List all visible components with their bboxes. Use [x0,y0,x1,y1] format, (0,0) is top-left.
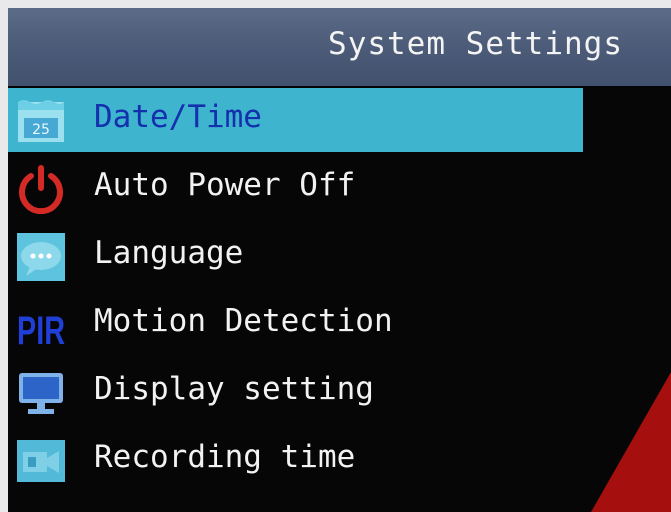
title-bar: System Settings [8,8,671,86]
red-watermark-shape [591,372,671,512]
calendar-icon-number: 25 [32,122,50,138]
pir-icon-text: PIR [17,309,65,350]
monitor-icon [19,373,63,414]
power-icon [19,165,63,214]
page-title: System Settings [328,26,623,62]
device-screen: System Settings 25 Date/Time Auto Power … [8,8,671,512]
video-camera-icon [17,440,65,482]
menu-item-label: Auto Power Off [94,167,356,203]
menu-item-auto-power-off[interactable]: Auto Power Off [8,156,671,220]
menu-item-label: Display setting [94,371,374,407]
menu-item-date-time[interactable]: 25 Date/Time [8,88,583,152]
menu-item-label: Recording time [94,439,356,475]
menu-item-label: Motion Detection [94,303,393,339]
speech-bubble-icon [17,233,65,281]
calendar-icon: 25 [18,100,64,142]
pir-icon: PIR [16,300,66,350]
menu-item-label: Date/Time [94,99,262,135]
menu-item-label: Language [94,235,244,271]
menu-item-language[interactable]: Language [8,224,671,288]
